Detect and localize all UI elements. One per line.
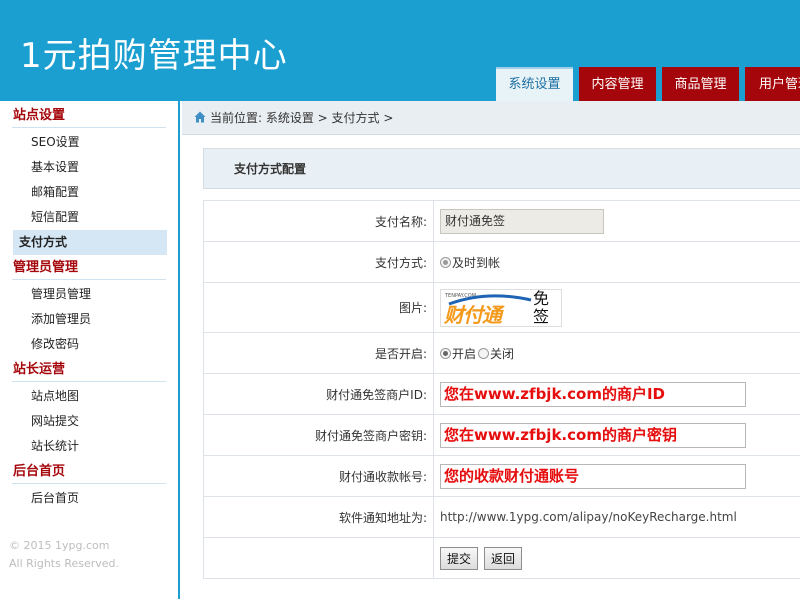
pay-method-option-label: 及时到帐 <box>452 255 501 270</box>
form-row-notify-url: 软件通知地址为: http://www.1ypg.com/alipay/noKe… <box>204 497 800 538</box>
sidebar-item-basic[interactable]: 基本设置 <box>13 155 167 180</box>
form-row-account: 财付通收款帐号: 您的收款财付通账号 <box>204 456 800 497</box>
tab-user-management[interactable]: 用户管理 <box>745 67 800 101</box>
pay-method-label: 支付方式: <box>204 242 434 282</box>
sidebar-section-operations: 站长运营 <box>13 362 66 377</box>
header-bar: 1元拍购管理中心 系统设置 内容管理 商品管理 用户管理 <box>0 0 800 101</box>
sidebar-section-home: 后台首页 <box>13 464 66 479</box>
merchant-id-input[interactable]: 您在www.zfbjk.com的商户ID <box>440 381 746 407</box>
enabled-off-label: 关闭 <box>490 346 515 361</box>
sidebar-item-site-submit[interactable]: 网站提交 <box>13 409 167 434</box>
top-tabs: 系统设置 内容管理 商品管理 用户管理 <box>496 67 800 101</box>
tab-content-management[interactable]: 内容管理 <box>579 67 656 101</box>
panel-title: 支付方式配置 <box>203 148 800 189</box>
sidebar-section-admin: 管理员管理 <box>13 260 79 275</box>
sidebar-item-payment[interactable]: 支付方式 <box>13 230 167 255</box>
sidebar-item-add-admin[interactable]: 添加管理员 <box>13 307 167 332</box>
merchant-key-input[interactable]: 您在www.zfbjk.com的商户密钥 <box>440 422 746 448</box>
divider <box>12 127 166 128</box>
copyright: © 2015 1ypg.com All Rights Reserved. <box>9 537 119 573</box>
breadcrumb: 当前位置: 系统设置 > 支付方式 > <box>182 101 800 135</box>
sidebar-item-admin-manage[interactable]: 管理员管理 <box>13 282 167 307</box>
pay-name-input[interactable]: 财付通免签 <box>440 208 604 234</box>
sidebar-item-admin-home[interactable]: 后台首页 <box>13 486 167 511</box>
enabled-on-label: 开启 <box>452 346 477 361</box>
sidebar-item-statistics[interactable]: 站长统计 <box>13 434 167 459</box>
tab-system-settings[interactable]: 系统设置 <box>496 67 573 101</box>
merchant-id-label: 财付通免签商户ID: <box>204 374 434 414</box>
tenpay-logo-side-text: 免签 <box>533 288 550 326</box>
enabled-off-radio[interactable] <box>478 347 490 359</box>
form-row-enabled: 是否开启: 开启 关闭 <box>204 333 800 374</box>
merchant-key-label: 财付通免签商户密钥: <box>204 415 434 455</box>
form-row-actions: 提交 返回 <box>204 538 800 579</box>
pay-method-radio[interactable] <box>440 256 451 268</box>
back-button[interactable]: 返回 <box>484 546 523 570</box>
sidebar-item-seo[interactable]: SEO设置 <box>13 130 167 155</box>
form-row-pay-method: 支付方式: 及时到帐 <box>204 242 800 283</box>
sidebar-item-email[interactable]: 邮箱配置 <box>13 180 167 205</box>
submit-button[interactable]: 提交 <box>440 546 479 570</box>
tab-product-management[interactable]: 商品管理 <box>662 67 739 101</box>
copyright-line-1: © 2015 1ypg.com <box>9 539 110 552</box>
app-title: 1元拍购管理中心 <box>20 36 288 76</box>
account-label: 财付通收款帐号: <box>204 456 434 496</box>
form-row-pay-name: 支付名称: 财付通免签 <box>204 201 800 242</box>
payment-config-form: 支付名称: 财付通免签 支付方式: 及时到帐 图片: TENPAY.COM 财付… <box>203 200 800 579</box>
tenpay-logo-image: TENPAY.COM 财付通 免签 <box>440 288 562 327</box>
breadcrumb-text: 当前位置: 系统设置 > 支付方式 > <box>210 111 394 125</box>
sidebar-item-sitemap[interactable]: 站点地图 <box>13 384 167 409</box>
tenpay-swoosh-icon <box>448 293 532 305</box>
divider <box>12 483 166 484</box>
enabled-label: 是否开启: <box>204 333 434 373</box>
form-row-merchant-id: 财付通免签商户ID: 您在www.zfbjk.com的商户ID <box>204 374 800 415</box>
image-label: 图片: <box>204 283 434 332</box>
divider <box>12 381 166 382</box>
notify-url-label: 软件通知地址为: <box>204 497 434 537</box>
sidebar: 站点设置 SEO设置 基本设置 邮箱配置 短信配置 支付方式 管理员管理 管理员… <box>0 101 180 599</box>
notify-url-value: http://www.1ypg.com/alipay/noKeyRecharge… <box>440 510 737 524</box>
sidebar-item-change-password[interactable]: 修改密码 <box>13 332 167 357</box>
sidebar-item-sms[interactable]: 短信配置 <box>13 205 167 230</box>
form-row-image: 图片: TENPAY.COM 财付通 免签 <box>204 283 800 333</box>
home-icon <box>194 111 206 123</box>
sidebar-section-site-settings: 站点设置 <box>13 108 66 123</box>
form-row-merchant-key: 财付通免签商户密钥: 您在www.zfbjk.com的商户密钥 <box>204 415 800 456</box>
account-input[interactable]: 您的收款财付通账号 <box>440 463 746 489</box>
enabled-on-radio[interactable] <box>440 347 451 359</box>
pay-name-label: 支付名称: <box>204 201 434 241</box>
copyright-line-2: All Rights Reserved. <box>9 557 120 570</box>
actions-spacer <box>204 538 434 578</box>
divider <box>12 279 166 280</box>
